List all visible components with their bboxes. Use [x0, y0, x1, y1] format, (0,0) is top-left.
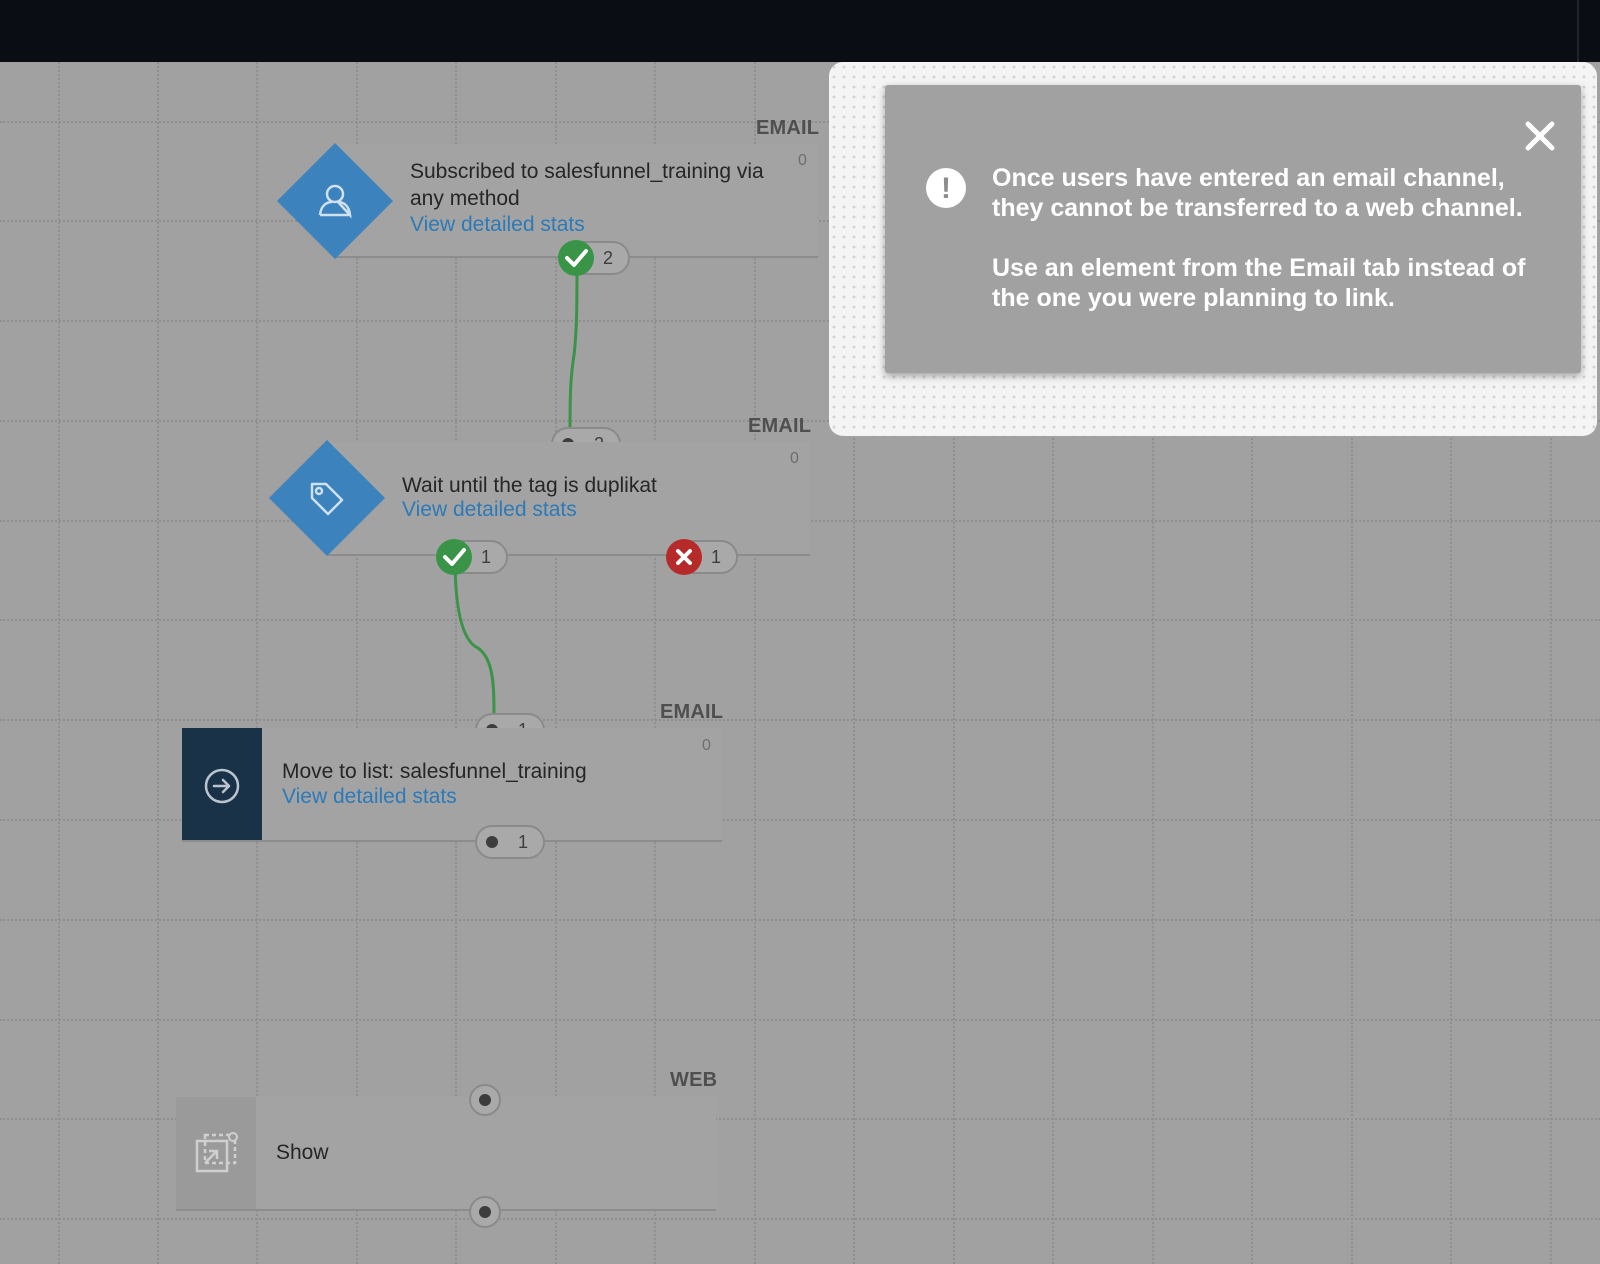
- channel-label-email: EMAIL: [756, 117, 820, 139]
- node-count: 0: [702, 737, 711, 754]
- port-count: 1: [518, 832, 529, 852]
- popup-window-icon: [195, 1132, 238, 1173]
- node-title: Subscribed to salesfunnel_training via an…: [410, 160, 764, 210]
- channel-label-email: EMAIL: [748, 415, 812, 437]
- close-icon[interactable]: [1520, 116, 1560, 156]
- channel-label-email: EMAIL: [660, 701, 724, 723]
- node-title: Show: [276, 1141, 329, 1164]
- warning-message-line: the one you were planning to link.: [992, 284, 1395, 312]
- port-count: 1: [711, 547, 722, 567]
- warning-message-line: Use an element from the Email tab instea…: [992, 254, 1526, 282]
- warning-message-line: Once users have entered an email channel…: [992, 164, 1505, 192]
- input-port-dot: [479, 1094, 491, 1106]
- channel-label-web: WEB: [670, 1069, 718, 1091]
- output-port-dot: [479, 1206, 491, 1218]
- top-bar: [0, 0, 1600, 62]
- user-icon: [318, 184, 352, 219]
- success-check-icon: [436, 539, 472, 575]
- warning-message-line: they cannot be transferred to a web chan…: [992, 194, 1523, 222]
- view-detailed-stats-link[interactable]: View detailed stats: [410, 213, 585, 237]
- arrow-right-circle-icon: [204, 768, 240, 804]
- tag-icon: [310, 482, 344, 516]
- output-port-dot: [486, 836, 498, 848]
- success-check-icon: [558, 240, 594, 276]
- top-bar-divider: [1577, 0, 1579, 62]
- exclamation-icon: !: [926, 168, 966, 208]
- view-detailed-stats-link[interactable]: View detailed stats: [282, 785, 457, 809]
- port-count: 2: [603, 248, 614, 268]
- port-count: 1: [481, 547, 492, 567]
- failure-x-icon: [666, 539, 702, 575]
- warning-dialog: [885, 85, 1581, 373]
- view-detailed-stats-link[interactable]: View detailed stats: [402, 498, 577, 522]
- node-title: Move to list: salesfunnel_training: [282, 760, 587, 783]
- node-count: 0: [790, 450, 799, 467]
- node-title: Wait until the tag is duplikat: [402, 474, 657, 497]
